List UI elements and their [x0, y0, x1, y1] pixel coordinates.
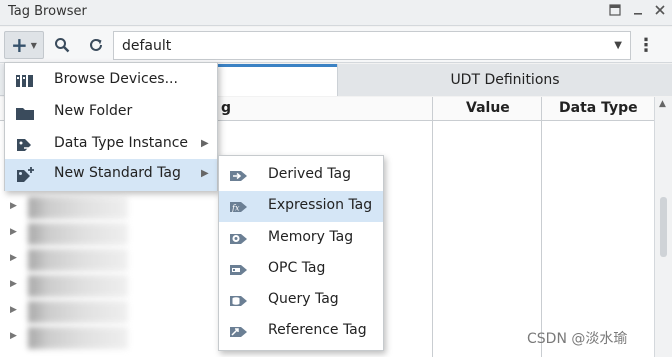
menu-item-label: Data Type Instance: [54, 135, 189, 151]
redacted-tag-name: [28, 249, 128, 271]
column-divider: [432, 97, 433, 357]
chevron-down-icon: ▼: [30, 40, 37, 50]
tab-tags[interactable]: [213, 64, 337, 96]
submenu-item-label: Derived Tag: [268, 166, 351, 182]
column-header-name-partial[interactable]: g: [221, 100, 231, 116]
expand-arrow-icon[interactable]: ▶: [10, 227, 17, 237]
submenu-item-label: Memory Tag: [268, 229, 354, 245]
submenu-item-reference-tag[interactable]: Reference Tag: [219, 316, 383, 347]
data-type-instance-icon: [15, 137, 35, 153]
browse-devices-icon: [15, 73, 35, 89]
expand-arrow-icon[interactable]: ▶: [10, 331, 17, 341]
submenu-item-label: Query Tag: [268, 291, 339, 307]
reference-tag-icon: [229, 323, 249, 341]
menu-item-new-folder[interactable]: New Folder: [5, 97, 217, 129]
tag-provider-select[interactable]: default ▼: [113, 31, 631, 60]
redacted-tag-name: [28, 223, 128, 245]
menu-item-label: Browse Devices...: [54, 71, 178, 87]
title-bar: Tag Browser: [0, 0, 672, 26]
scroll-up-icon[interactable]: ▲: [659, 99, 666, 109]
derived-tag-icon: [229, 167, 249, 185]
toolbar: + ▼ default ▼ ⋮: [0, 27, 672, 63]
expression-tag-icon: fx: [229, 198, 249, 216]
scrollbar-thumb[interactable]: [660, 197, 667, 257]
refresh-button[interactable]: [85, 31, 107, 59]
column-divider: [541, 97, 542, 357]
new-standard-tag-submenu: Derived Tag fx Expression Tag Memory Tag…: [218, 155, 384, 351]
submenu-item-derived-tag[interactable]: Derived Tag: [219, 160, 383, 191]
redacted-tag-name: [28, 197, 128, 219]
submenu-arrow-icon: ▶: [201, 138, 209, 149]
tag-provider-value: default: [122, 38, 172, 54]
search-icon: [55, 38, 70, 53]
submenu-item-expression-tag[interactable]: fx Expression Tag: [219, 191, 383, 222]
redacted-tag-name: [28, 327, 128, 349]
svg-text:fx: fx: [231, 204, 240, 213]
submenu-item-label: OPC Tag: [268, 260, 326, 276]
tab-udt-definitions[interactable]: UDT Definitions: [337, 64, 672, 96]
opc-tag-icon: [229, 261, 249, 279]
minimize-icon[interactable]: [629, 3, 647, 21]
search-button[interactable]: [51, 31, 73, 59]
refresh-icon: [90, 38, 102, 51]
submenu-item-memory-tag[interactable]: Memory Tag: [219, 223, 383, 254]
column-header-datatype[interactable]: Data Type: [559, 100, 638, 116]
vertical-scrollbar[interactable]: ▲: [654, 97, 672, 357]
add-tag-button[interactable]: + ▼: [4, 31, 44, 59]
query-tag-icon: [229, 292, 249, 310]
submenu-item-label: Expression Tag: [268, 197, 373, 213]
memory-tag-icon: [229, 230, 249, 248]
expand-arrow-icon[interactable]: ▶: [10, 279, 17, 289]
expand-arrow-icon[interactable]: ▶: [10, 201, 17, 211]
expand-arrow-icon[interactable]: ▶: [10, 253, 17, 263]
chevron-down-icon: ▼: [614, 40, 622, 51]
submenu-item-query-tag[interactable]: Query Tag: [219, 285, 383, 316]
menu-item-new-standard-tag[interactable]: New Standard Tag ▶: [5, 159, 217, 191]
menu-item-label: New Standard Tag: [54, 165, 181, 181]
submenu-item-opc-tag[interactable]: OPC Tag: [219, 254, 383, 285]
submenu-arrow-icon: ▶: [201, 168, 209, 179]
menu-item-browse-devices[interactable]: Browse Devices...: [5, 65, 217, 97]
more-options-button[interactable]: ⋮: [637, 31, 655, 59]
dock-icon[interactable]: [606, 3, 624, 21]
close-icon[interactable]: [651, 3, 669, 21]
redacted-tag-name: [28, 301, 128, 323]
folder-icon: [15, 105, 35, 121]
new-standard-tag-icon: [15, 167, 35, 183]
menu-item-label: New Folder: [54, 103, 133, 119]
kebab-menu-icon: ⋮: [637, 34, 655, 56]
column-header-value[interactable]: Value: [466, 100, 510, 116]
submenu-item-label: Reference Tag: [268, 322, 367, 338]
plus-icon: +: [11, 33, 28, 57]
window-title: Tag Browser: [8, 4, 87, 19]
add-tag-menu: Browse Devices... New Folder Data Type I…: [4, 62, 218, 191]
redacted-tag-name: [28, 275, 128, 297]
menu-item-data-type-instance[interactable]: Data Type Instance ▶: [5, 129, 217, 161]
watermark-text: CSDN @淡水瑜: [527, 331, 628, 347]
expand-arrow-icon[interactable]: ▶: [10, 305, 17, 315]
